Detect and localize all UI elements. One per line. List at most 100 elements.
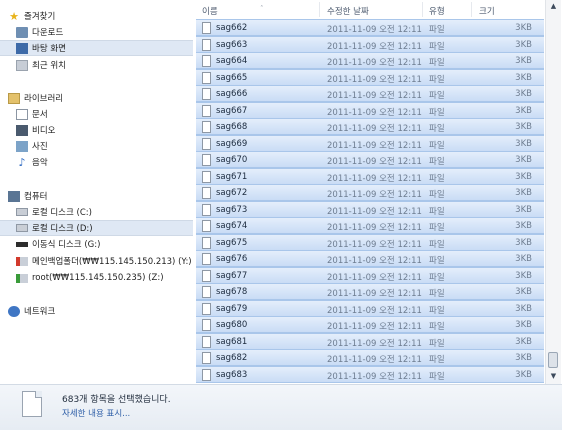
file-row[interactable]: sag677 2011-11-09 오전 12:11 파일 3KB (196, 266, 544, 284)
nav-item-label: 문서 (32, 110, 48, 120)
file-row[interactable]: sag680 2011-11-09 오전 12:11 파일 3KB (196, 316, 544, 333)
removable-disk-icon (16, 241, 28, 247)
file-name: sag674 (216, 221, 248, 231)
file-date: 2011-11-09 오전 12:11 (327, 305, 422, 316)
nav-item-recent-places[interactable]: 최근 위치 (0, 57, 193, 73)
column-header-name[interactable]: 이름 (202, 5, 218, 17)
file-icon (202, 104, 211, 117)
file-row[interactable]: sag670 2011-11-09 오전 12:11 파일 3KB (196, 151, 544, 168)
nav-item-pictures[interactable]: 사진 (0, 138, 193, 154)
document-icon (16, 108, 28, 120)
nav-item-desktop[interactable]: 바탕 화면 (0, 40, 193, 56)
file-row[interactable]: sag683 2011-11-09 오전 12:11 파일 3KB (196, 365, 544, 383)
file-icon (202, 154, 211, 166)
file-size: 3KB (515, 105, 532, 116)
file-icon (202, 253, 211, 265)
file-icon (202, 55, 211, 67)
nav-computer-label: 컴퓨터 (24, 192, 48, 202)
nav-item-label: 음악 (32, 158, 48, 168)
file-row[interactable]: sag679 2011-11-09 오전 12:11 파일 3KB (196, 299, 544, 317)
column-header-type[interactable]: 유형 (429, 5, 445, 17)
downloads-folder-icon (16, 26, 28, 38)
file-name: sag663 (216, 39, 248, 50)
nav-computer[interactable]: 컴퓨터 (0, 188, 193, 204)
file-row[interactable]: sag666 2011-11-09 오전 12:11 파일 3KB (196, 85, 544, 102)
show-details-link[interactable]: 자세한 내용 표시... (62, 407, 130, 419)
disconnected-network-drive-icon (16, 256, 28, 266)
file-row[interactable]: sag676 2011-11-09 오전 12:11 파일 3KB (196, 250, 544, 267)
file-type: 파일 (429, 41, 445, 52)
nav-item-drive-g[interactable]: 이동식 디스크 (G:) (0, 236, 193, 252)
file-size: 3KB (515, 353, 532, 363)
scroll-down-arrow-icon[interactable]: ▼ (546, 372, 561, 380)
file-row[interactable]: sag673 2011-11-09 오전 12:11 파일 3KB (196, 200, 544, 218)
file-icon (202, 170, 211, 183)
file-type: 파일 (429, 107, 445, 118)
file-size: 3KB (515, 188, 532, 198)
vertical-scrollbar[interactable]: ▲ ▼ (545, 0, 561, 384)
column-divider[interactable] (471, 2, 472, 17)
column-header-size[interactable]: 크기 (479, 5, 495, 17)
file-type: 파일 (429, 355, 445, 365)
file-row[interactable]: sag682 2011-11-09 오전 12:11 파일 3KB (196, 349, 544, 366)
library-icon (8, 92, 20, 104)
nav-item-label: 비디오 (32, 126, 56, 136)
file-type: 파일 (429, 190, 445, 200)
nav-item-music[interactable]: ♪ 음악 (0, 154, 193, 170)
file-row[interactable]: sag672 2011-11-09 오전 12:11 파일 3KB (196, 184, 544, 201)
nav-item-label: 바탕 화면 (32, 44, 66, 54)
file-row[interactable]: sag664 2011-11-09 오전 12:11 파일 3KB (196, 52, 544, 69)
nav-item-documents[interactable]: 문서 (0, 106, 193, 122)
column-header-bar: 이름 ˆ 수정한 날짜 유형 크기 (196, 0, 544, 19)
file-row[interactable]: sag674 2011-11-09 오전 12:11 파일 3KB (196, 217, 544, 234)
file-icon (202, 319, 211, 331)
file-name: sag667 (216, 105, 248, 116)
nav-network[interactable]: 네트워크 (0, 303, 193, 319)
nav-item-drive-d[interactable]: 로컬 디스크 (D:) (0, 220, 193, 236)
nav-item-drive-c[interactable]: 로컬 디스크 (C:) (0, 204, 193, 220)
file-row[interactable]: sag678 2011-11-09 오전 12:11 파일 3KB (196, 283, 544, 300)
nav-item-drive-y[interactable]: 메인백업폴더(₩₩115.145.150.213) (Y:) (0, 253, 193, 269)
file-name: sag680 (216, 320, 248, 330)
file-row[interactable]: sag669 2011-11-09 오전 12:11 파일 3KB (196, 134, 544, 152)
nav-item-downloads[interactable]: 다운로드 (0, 24, 193, 40)
file-name: sag673 (216, 204, 248, 215)
nav-item-label: 메인백업폴더(₩₩115.145.150.213) (Y:) (32, 257, 192, 267)
nav-network-label: 네트워크 (24, 307, 56, 317)
file-size: 3KB (515, 336, 532, 347)
nav-item-label: 다운로드 (32, 28, 64, 38)
file-row[interactable]: sag668 2011-11-09 오전 12:11 파일 3KB (196, 118, 544, 135)
file-row[interactable]: sag675 2011-11-09 오전 12:11 파일 3KB (196, 233, 544, 251)
nav-item-videos[interactable]: 비디오 (0, 122, 193, 138)
recent-places-icon (16, 59, 28, 71)
file-type: 파일 (429, 173, 445, 184)
file-row[interactable]: sag662 2011-11-09 오전 12:11 파일 3KB (196, 19, 544, 36)
file-name: sag672 (216, 188, 248, 198)
star-icon: ★ (9, 9, 19, 23)
file-row[interactable]: sag667 2011-11-09 오전 12:11 파일 3KB (196, 101, 544, 119)
file-row[interactable]: sag663 2011-11-09 오전 12:11 파일 3KB (196, 35, 544, 53)
file-date: 2011-11-09 오전 12:11 (327, 239, 422, 250)
file-date: 2011-11-09 오전 12:11 (327, 206, 422, 217)
file-name: sag670 (216, 155, 248, 165)
file-row[interactable]: sag681 2011-11-09 오전 12:11 파일 3KB (196, 332, 544, 350)
file-name: sag665 (216, 72, 248, 83)
file-type: 파일 (429, 140, 445, 151)
scroll-up-arrow-icon[interactable]: ▲ (546, 2, 561, 10)
file-type: 파일 (429, 239, 445, 250)
file-row[interactable]: sag665 2011-11-09 오전 12:11 파일 3KB (196, 68, 544, 86)
file-date: 2011-11-09 오전 12:11 (327, 107, 422, 118)
file-type: 파일 (429, 322, 445, 332)
nav-libraries[interactable]: 라이브러리 (0, 90, 193, 106)
column-header-date[interactable]: 수정한 날짜 (327, 5, 369, 17)
nav-item-label: 최근 위치 (32, 61, 66, 71)
file-date: 2011-11-09 오전 12:11 (327, 371, 422, 382)
nav-favorites[interactable]: ★ 즐겨찾기 (0, 8, 193, 24)
nav-item-drive-z[interactable]: root(₩₩115.145.150.235) (Z:) (0, 270, 193, 286)
scroll-thumb[interactable] (548, 352, 558, 368)
column-divider[interactable] (319, 2, 320, 17)
file-row[interactable]: sag671 2011-11-09 오전 12:11 파일 3KB (196, 167, 544, 185)
column-divider[interactable] (422, 2, 423, 17)
file-size: 3KB (515, 39, 532, 50)
file-name: sag676 (216, 254, 248, 264)
